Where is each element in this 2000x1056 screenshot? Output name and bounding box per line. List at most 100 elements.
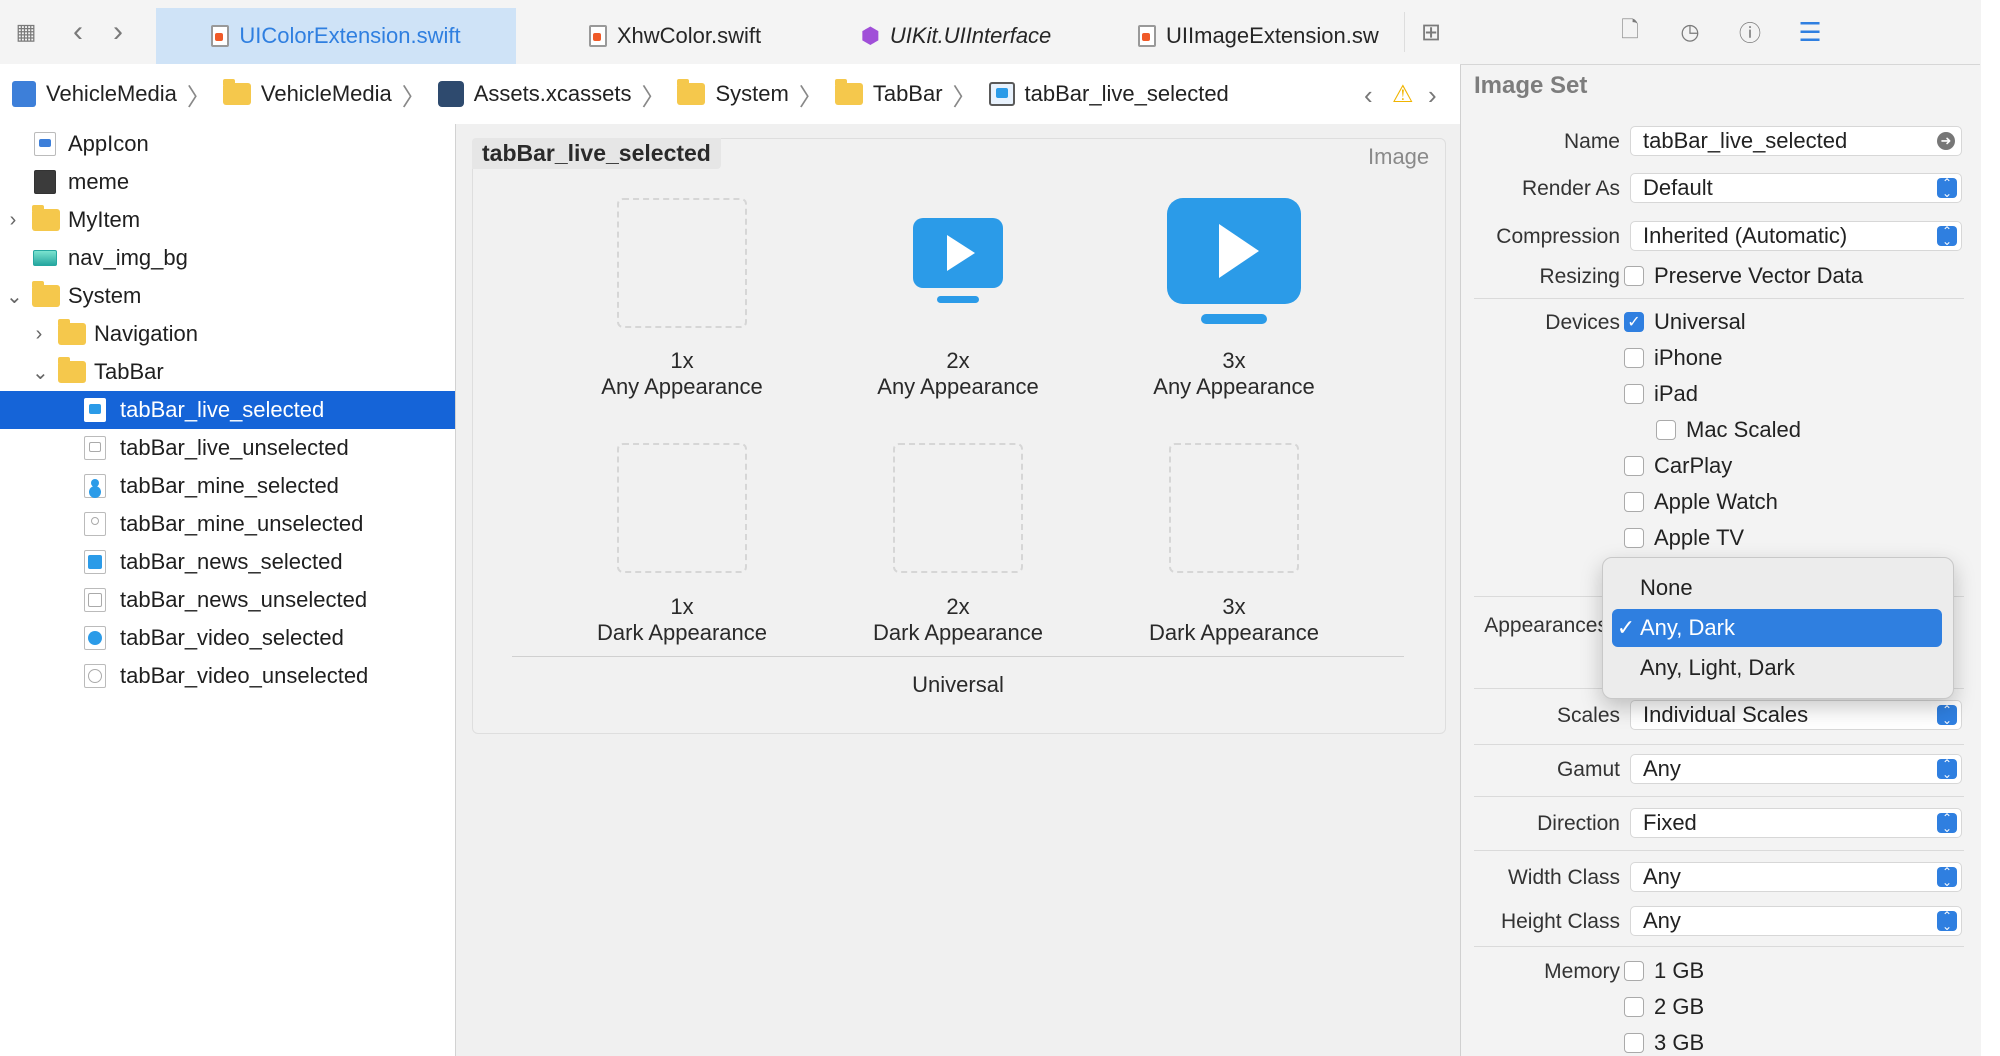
scales-select[interactable]: Individual Scales ⌃ ⌄ bbox=[1630, 700, 1962, 730]
list-item[interactable]: tabBar_mine_unselected bbox=[0, 505, 455, 543]
list-item[interactable]: tabBar_news_selected bbox=[0, 543, 455, 581]
folder-icon bbox=[32, 281, 60, 307]
attributes-inspector-icon[interactable]: ☰ bbox=[1794, 16, 1826, 48]
checkbox[interactable] bbox=[1624, 456, 1644, 476]
breadcrumb-tabbar[interactable]: TabBar bbox=[823, 79, 943, 107]
asset-catalog-icon bbox=[437, 81, 464, 107]
slot-label-1x-dark: 1x Dark Appearance bbox=[597, 594, 767, 645]
device-universal[interactable]: ✓ Universal bbox=[1624, 309, 1746, 335]
image-slot-3x-dark[interactable] bbox=[1169, 443, 1299, 573]
device-apple-tv[interactable]: Apple TV bbox=[1624, 525, 1744, 551]
compression-label: Compression bbox=[1496, 225, 1620, 248]
image-thumbnail-icon bbox=[33, 250, 57, 266]
breadcrumb-group[interactable]: VehicleMedia bbox=[211, 79, 392, 107]
breadcrumb-assets[interactable]: Assets.xcassets bbox=[426, 81, 631, 107]
device-mac-scaled[interactable]: Mac Scaled bbox=[1656, 417, 1801, 443]
breadcrumb-project[interactable]: VehicleMedia bbox=[0, 81, 177, 107]
checkbox[interactable] bbox=[1624, 266, 1644, 286]
inspector-heading: Image Set bbox=[1474, 72, 1588, 99]
device-carplay[interactable]: CarPlay bbox=[1624, 453, 1732, 479]
list-item[interactable]: meme bbox=[0, 163, 455, 201]
separator bbox=[1474, 850, 1964, 851]
scales-label: Scales bbox=[1556, 704, 1620, 727]
add-editor-icon[interactable]: ⊞ bbox=[1404, 12, 1457, 52]
list-item[interactable]: tabBar_mine_selected bbox=[0, 467, 455, 505]
list-item[interactable]: tabBar_video_unselected bbox=[0, 657, 455, 695]
chevron-right-icon: 〉 bbox=[798, 83, 823, 111]
tab-uiimageextension[interactable]: UIImageExtension.sw bbox=[1130, 8, 1408, 64]
list-item-selected[interactable]: tabBar_live_selected bbox=[0, 391, 455, 429]
height-class-select[interactable]: Any ⌃ ⌄ bbox=[1630, 906, 1962, 936]
checkbox[interactable] bbox=[1624, 1033, 1644, 1053]
list-item[interactable]: › MyItem bbox=[0, 201, 455, 239]
image-slot-1x-any[interactable] bbox=[617, 198, 747, 328]
device-apple-watch[interactable]: Apple Watch bbox=[1624, 489, 1778, 515]
list-item[interactable]: › Navigation bbox=[0, 315, 455, 353]
checkbox[interactable] bbox=[1624, 348, 1644, 368]
device-iphone[interactable]: iPhone bbox=[1624, 345, 1723, 371]
direction-select[interactable]: Fixed ⌃ ⌄ bbox=[1630, 808, 1962, 838]
breadcrumb-system[interactable]: System bbox=[665, 79, 789, 107]
popup-option-none[interactable]: None bbox=[1612, 569, 1942, 607]
memory-1gb[interactable]: 1 GB bbox=[1624, 958, 1704, 984]
go-arrow-icon[interactable]: ➜ bbox=[1937, 132, 1955, 150]
checkbox[interactable] bbox=[1624, 528, 1644, 548]
render-as-select[interactable]: Default ⌃ ⌄ bbox=[1630, 173, 1962, 203]
name-field[interactable]: tabBar_live_selected ➜ bbox=[1630, 126, 1962, 156]
image-slot-2x-dark[interactable] bbox=[893, 443, 1023, 573]
help-inspector-icon[interactable]: ⓘ bbox=[1734, 16, 1766, 48]
compression-select[interactable]: Inherited (Automatic) ⌃ ⌄ bbox=[1630, 221, 1962, 251]
chevron-right-icon[interactable]: › bbox=[6, 209, 20, 232]
tv-stand-icon bbox=[937, 296, 979, 303]
image-slot-1x-dark[interactable] bbox=[617, 443, 747, 573]
tab-label: UIKit.UIInterface bbox=[889, 23, 1052, 48]
file-inspector-icon[interactable]: 🗋 bbox=[1614, 16, 1646, 48]
list-item[interactable]: tabBar_live_unselected bbox=[0, 429, 455, 467]
image-thumbnail-icon bbox=[84, 588, 106, 612]
image-set-type: Image bbox=[1368, 144, 1430, 169]
image-slot-3x-any[interactable] bbox=[1167, 198, 1301, 326]
list-item[interactable]: AppIcon bbox=[0, 125, 455, 163]
memory-2gb[interactable]: 2 GB bbox=[1624, 994, 1704, 1020]
back-arrow-icon[interactable]: ‹ bbox=[58, 12, 98, 52]
checkbox[interactable] bbox=[1624, 492, 1644, 512]
previous-issue-icon[interactable]: ‹ bbox=[1364, 80, 1373, 111]
list-item[interactable]: ⌄ System bbox=[0, 277, 455, 315]
device-ipad[interactable]: iPad bbox=[1624, 381, 1698, 407]
chevron-right-icon[interactable]: › bbox=[32, 323, 46, 346]
module-icon: ⬢ bbox=[860, 23, 880, 48]
warning-icon[interactable]: ⚠ bbox=[1392, 80, 1414, 109]
grid-icon[interactable]: ▦ bbox=[6, 12, 46, 52]
forward-arrow-icon[interactable]: › bbox=[98, 12, 138, 52]
direction-label: Direction bbox=[1537, 812, 1620, 835]
image-slot-2x-any[interactable] bbox=[913, 218, 1003, 304]
list-item[interactable]: tabBar_video_selected bbox=[0, 619, 455, 657]
popup-option-any-light-dark[interactable]: Any, Light, Dark bbox=[1612, 649, 1942, 687]
updown-chevron-icon: ⌃ ⌄ bbox=[1937, 758, 1957, 780]
list-item[interactable]: tabBar_news_unselected bbox=[0, 581, 455, 619]
memory-3gb[interactable]: 3 GB bbox=[1624, 1030, 1704, 1056]
chevron-down-icon[interactable]: ⌄ bbox=[32, 360, 49, 385]
checkbox[interactable] bbox=[1624, 997, 1644, 1017]
gamut-select[interactable]: Any ⌃ ⌄ bbox=[1630, 754, 1962, 784]
history-inspector-icon[interactable]: ◷ bbox=[1674, 16, 1706, 48]
tab-uicolorextension[interactable]: UIColorExtension.swift bbox=[156, 8, 516, 64]
width-class-select[interactable]: Any ⌃ ⌄ bbox=[1630, 862, 1962, 892]
next-issue-icon[interactable]: › bbox=[1428, 80, 1437, 111]
image-thumbnail-icon bbox=[84, 474, 106, 498]
tab-xhwcolor[interactable]: XhwColor.swift bbox=[520, 8, 830, 64]
list-item[interactable]: nav_img_bg bbox=[0, 239, 455, 277]
tab-uikit-uiinterface[interactable]: ⬢ UIKit.UIInterface bbox=[836, 8, 1076, 64]
checkbox[interactable] bbox=[1656, 420, 1676, 440]
list-item[interactable]: ⌄ TabBar bbox=[0, 353, 455, 391]
popup-option-any-dark[interactable]: ✓ Any, Dark bbox=[1612, 609, 1942, 647]
checkbox[interactable] bbox=[1624, 961, 1644, 981]
checkbox[interactable] bbox=[1624, 384, 1644, 404]
preserve-vector-checkbox[interactable]: Preserve Vector Data bbox=[1624, 263, 1863, 289]
checkbox-checked[interactable]: ✓ bbox=[1624, 312, 1644, 332]
image-set-title[interactable]: tabBar_live_selected bbox=[472, 138, 721, 169]
appearances-label: Appearances bbox=[1484, 614, 1608, 637]
width-class-label: Width Class bbox=[1507, 866, 1620, 889]
chevron-down-icon[interactable]: ⌄ bbox=[6, 284, 23, 309]
breadcrumb-imageset[interactable]: tabBar_live_selected bbox=[977, 81, 1229, 107]
